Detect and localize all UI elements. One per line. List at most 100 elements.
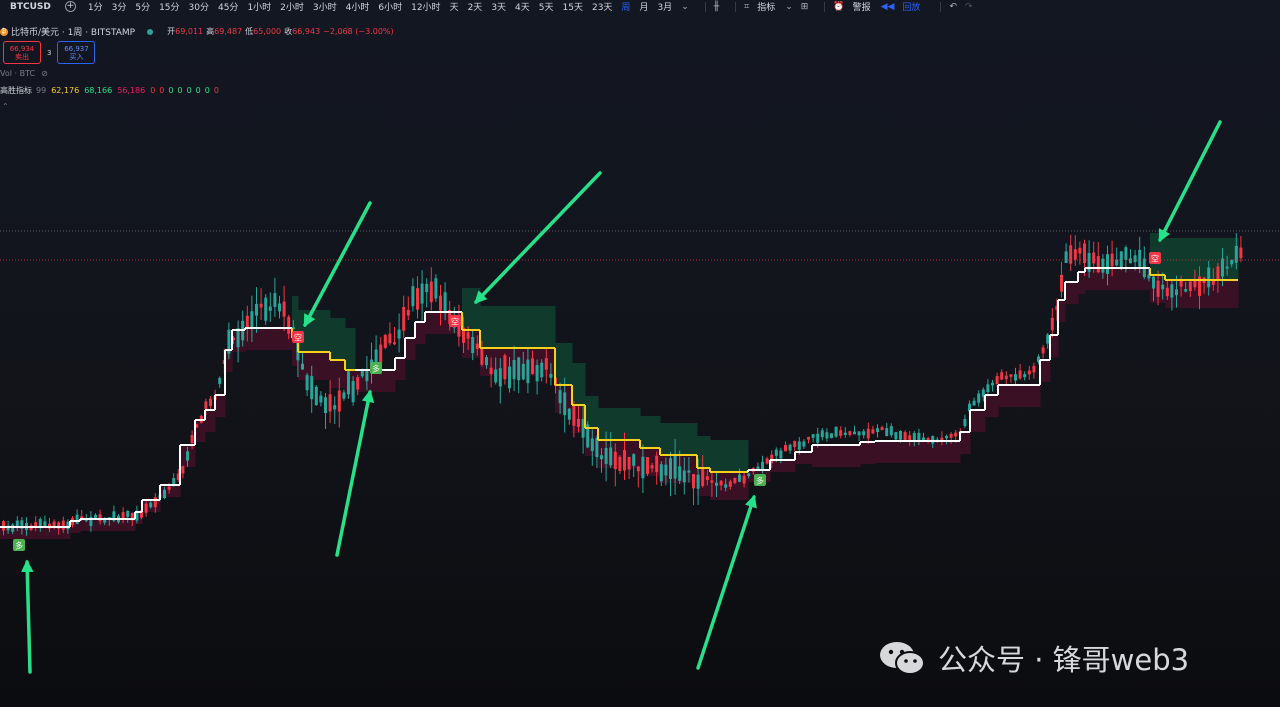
cloud-bear-8 [205, 410, 216, 432]
candle-body-125 [577, 418, 580, 427]
symbol-title[interactable]: 比特币/美元 · 1周 · BITSTAMP [11, 25, 135, 38]
interval-18[interactable]: 23天 [592, 0, 612, 13]
candle-body-239 [1101, 258, 1105, 273]
toolbar-divider [735, 1, 737, 12]
indicators-icon[interactable]: ⌗ [744, 2, 749, 12]
candle-body-32 [149, 502, 153, 508]
undo-icon[interactable]: ↶ [949, 2, 957, 12]
candle-body-176 [811, 434, 815, 438]
low-value: 65,000 [253, 27, 282, 36]
candle-body-73 [337, 390, 341, 412]
layout-grid-icon[interactable]: ⊞ [801, 2, 809, 12]
candle-body-171 [788, 444, 792, 451]
interval-14[interactable]: 3天 [491, 0, 506, 13]
interval-19[interactable]: 周 [621, 0, 630, 13]
cloud-bear-7 [195, 420, 206, 442]
interval-21[interactable]: 3月 [657, 0, 672, 13]
candle-body-123 [567, 408, 571, 420]
interval-10[interactable]: 6小时 [378, 0, 402, 13]
candle-body-94 [434, 278, 438, 299]
indicators-button[interactable]: 指标 [757, 0, 775, 13]
alarm-clock-icon[interactable]: ⏰ [833, 2, 844, 12]
volume-legend: Vol · BTC ⊘ [0, 69, 48, 78]
cloud-bull-23 [480, 306, 556, 348]
interval-0[interactable]: 1分 [88, 0, 103, 13]
candle-body-258 [1188, 281, 1192, 292]
indicator-zero-2: 0 [168, 86, 174, 95]
candle-body-109 [503, 355, 507, 380]
chevron-down-icon[interactable]: ⌄ [785, 2, 793, 12]
alert-button[interactable]: 警报 [853, 0, 871, 13]
candle-body-178 [820, 430, 824, 438]
candle-body-132 [609, 447, 613, 466]
plus-circle-icon[interactable]: + [64, 1, 76, 12]
candle-body-136 [627, 456, 631, 470]
candle-body-105 [485, 357, 488, 366]
candle-body-188 [866, 428, 870, 439]
candle-type-icon[interactable]: ╫ [714, 2, 719, 12]
interval-9[interactable]: 4小时 [346, 0, 370, 13]
interval-3[interactable]: 15分 [159, 0, 179, 13]
candle-body-130 [600, 455, 603, 460]
candle-body-194 [894, 432, 898, 440]
interval-2[interactable]: 5分 [135, 0, 150, 13]
interval-6[interactable]: 1小时 [247, 0, 271, 13]
interval-13[interactable]: 2天 [468, 0, 483, 13]
interval-5[interactable]: 45分 [218, 0, 238, 13]
buy-button[interactable]: 66,937 买入 [57, 41, 96, 64]
interval-15[interactable]: 4天 [515, 0, 530, 13]
interval-12[interactable]: 天 [450, 0, 459, 13]
candle-body-70 [324, 397, 327, 414]
rewind-icon[interactable]: ◀◀ [881, 2, 895, 12]
candle-body-187 [862, 431, 866, 436]
candle-body-237 [1092, 252, 1096, 264]
indicator-zero-4: 0 [186, 86, 192, 95]
sell-button[interactable]: 66,934 卖出 [3, 41, 41, 64]
candle-body-269 [1239, 247, 1243, 259]
candle-body-196 [903, 432, 907, 441]
eye-off-icon[interactable]: ⊘ [41, 69, 48, 78]
candle-body-161 [742, 475, 746, 484]
candle-body-162 [747, 473, 751, 477]
collapse-legend-icon[interactable]: ⌃ [2, 102, 9, 111]
candle-body-71 [328, 394, 332, 412]
candle-body-155 [715, 482, 718, 486]
candle-body-76 [351, 381, 355, 403]
toolbar-divider [940, 1, 942, 12]
candle-body-95 [439, 295, 442, 311]
volume-label[interactable]: Vol · BTC [0, 69, 35, 78]
redo-icon[interactable]: ↷ [965, 2, 973, 12]
cloud-bull-24 [555, 343, 573, 385]
interval-7[interactable]: 2小时 [280, 0, 304, 13]
annotation-arrows [20, 120, 1222, 674]
candle-body-124 [572, 405, 576, 426]
chevron-down-icon[interactable]: ⌄ [681, 2, 689, 12]
cloud-bull-31 [710, 440, 749, 472]
interval-8[interactable]: 3小时 [313, 0, 337, 13]
candle-body-102 [471, 336, 475, 354]
price-chart[interactable]: 多多多空空空 [0, 0, 1280, 707]
interval-11[interactable]: 12小时 [411, 0, 440, 13]
symbol-name[interactable]: BTCUSD [10, 2, 51, 12]
interval-1[interactable]: 3分 [112, 0, 127, 13]
open-value: 69,011 [175, 27, 204, 36]
interval-20[interactable]: 月 [639, 0, 648, 13]
interval-4[interactable]: 30分 [189, 0, 209, 13]
cloud-bear-47 [1085, 268, 1151, 290]
replay-button[interactable]: 回放 [902, 0, 920, 13]
cloud-bull-15 [330, 318, 346, 360]
candle-body-2 [11, 524, 15, 532]
indicator-name[interactable]: 高胜指标 [0, 85, 32, 96]
candle-body-170 [784, 445, 787, 452]
candle-body-66 [305, 375, 309, 391]
candle-body-153 [705, 476, 709, 480]
candle-body-244 [1124, 247, 1128, 260]
candle-body-223 [1027, 370, 1031, 375]
candle-body-86 [397, 329, 401, 339]
candle-body-195 [899, 430, 902, 440]
indicator-zero-0: 0 [150, 86, 156, 95]
candle-body-256 [1179, 280, 1183, 287]
interval-16[interactable]: 5天 [539, 0, 554, 13]
interval-17[interactable]: 15天 [563, 0, 583, 13]
interval-list: 1分 3分 5分 15分 30分 45分 1小时 2小时 3小时 4小时 6小时 12小时天 2天 3天 4… [88, 0, 681, 13]
